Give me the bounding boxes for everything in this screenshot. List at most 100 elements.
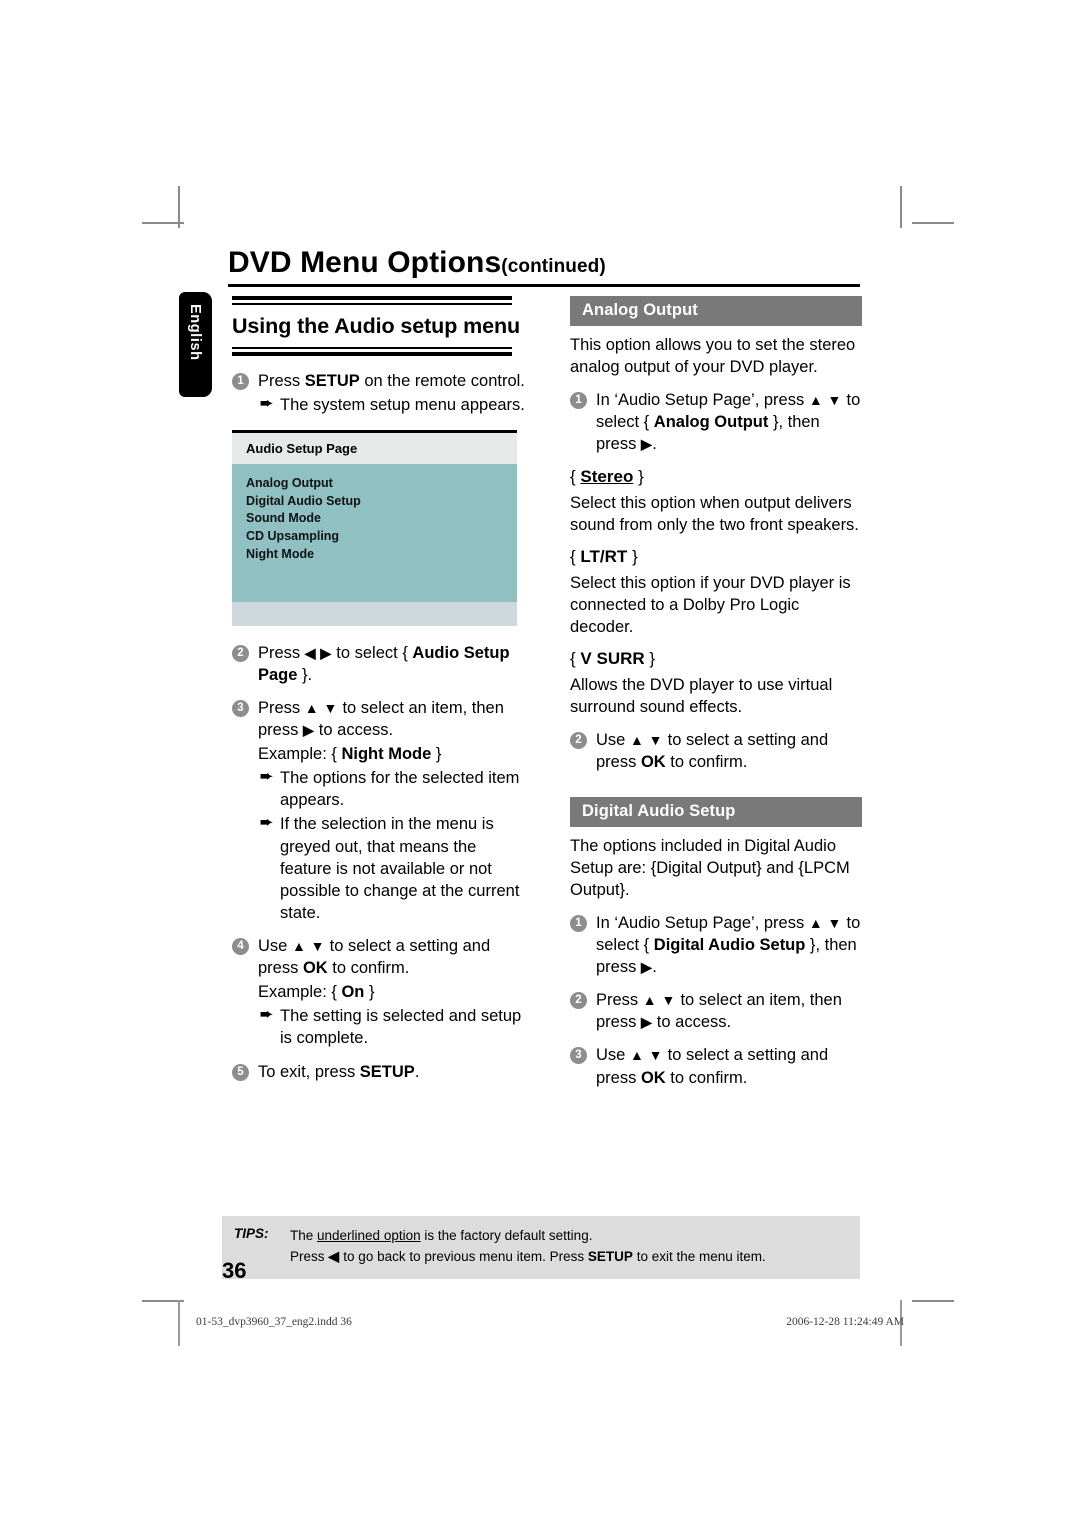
print-footer: 01-53_dvp3960_37_eng2.indd 36 2006-12-28… [196,1316,904,1328]
option-name-v-surr: V SURR [580,649,645,669]
left-arrow-icon: ◀ [328,1248,340,1265]
page-title-main: DVD Menu Options [228,246,502,279]
digital-audio-setup-step-3: 3 Use ▲ ▼ to select a setting and press … [570,1044,862,1088]
left-right-arrow-icon: ◀ ▶ [304,644,332,661]
step-4-text: Use ▲ ▼ to select a setting and press OK… [258,937,491,978]
analog-output-step-2: 2 Use ▲ ▼ to select a setting and press … [570,729,862,773]
osd-item-analog-output: Analog Output [246,475,333,490]
step-number-5: 5 [232,1063,249,1081]
left-column: Using the Audio setup menu 1 Press SETUP… [232,296,528,1094]
right-arrow-icon: ▶ [640,1014,653,1031]
tips-line-1: The underlined option is the factory def… [290,1228,593,1243]
print-footer-rule-left [178,1300,180,1346]
option-name-lt-rt: LT/RT [580,546,628,566]
ok-keyword: OK [640,1068,666,1087]
osd-footer-strip [232,601,517,626]
option-desc-v-surr: Allows the DVD player to use virtual sur… [570,676,833,717]
arrow-icon: ➨ [260,394,273,412]
step-3-result-2: ➨ If the selection in the menu is greyed … [258,813,528,924]
right-column: Analog Output This option allows you to … [570,296,862,1100]
up-down-arrow-icon: ▲ ▼ [291,938,326,954]
option-label-v-surr: { V SURR } [570,649,656,669]
osd-item-cd-upsampling: CD Upsampling [246,529,340,544]
step-5-text: To exit, press SETUP. [258,1062,420,1081]
analog-output-keyword: Analog Output [653,413,769,432]
tips-content: The underlined option is the factory def… [290,1226,766,1268]
osd-item-digital-audio-setup: Digital Audio Setup [246,493,361,508]
option-name-stereo: Stereo [580,466,634,486]
step-5: 5 To exit, press SETUP. [232,1061,528,1083]
osd-setup-menu-screenshot: Audio Setup Page Analog Output Digital A… [232,429,517,626]
up-down-arrow-icon: ▲ ▼ [629,1047,664,1064]
print-footer-filename: 01-53_dvp3960_37_eng2.indd 36 [196,1316,352,1328]
step-3-result-1-text: The options for the selected item appear… [280,769,520,810]
osd-item-night-mode: Night Mode [246,546,315,561]
page-title-continued: (continued) [501,256,606,277]
right-arrow-icon: ▶ [640,436,653,453]
step-number-2: 2 [570,732,587,750]
digital-audio-setup-step-1: 1 In ‘Audio Setup Page’, press ▲ ▼ to se… [570,912,862,978]
manual-page: DVD Menu Options(continued) English Usin… [0,0,1080,1527]
crop-mark-top-left-horizontal [142,222,184,224]
step-2: 2 Press ◀ ▶ to select { Audio Setup Page… [232,642,528,686]
example-night-mode: Night Mode [341,745,432,764]
section-heading-audio-setup: Using the Audio setup menu [232,314,521,338]
step-number-2: 2 [570,992,587,1010]
step-number-4: 4 [232,938,249,955]
step-1: 1 Press SETUP on the remote control. ➨ Th… [232,370,528,416]
osd-item-list: Analog Output Digital Audio Setup Sound … [232,463,517,602]
tips-line-2: Press ◀ to go back to previous menu item… [290,1248,766,1265]
crop-mark-top-right-horizontal [912,222,954,224]
osd-header: Audio Setup Page [232,432,517,464]
right-arrow-icon: ▶ [640,959,653,976]
step-4-example: Example: { On } [258,983,375,1002]
step-1-text: Press SETUP on the remote control. [258,371,525,390]
option-desc-stereo: Select this option when output delivers … [570,493,859,534]
arrow-icon: ➨ [260,814,273,832]
ok-keyword: OK [302,959,328,978]
option-desc-lt-rt: Select this option if your DVD player is… [570,573,851,636]
step-number-1: 1 [570,392,587,410]
up-down-arrow-icon: ▲ ▼ [304,699,338,716]
crop-mark-bottom-right-horizontal [912,1300,954,1302]
setup-keyword: SETUP [359,1062,415,1081]
right-arrow-icon: ▶ [302,722,315,739]
step-3-result-2-text: If the selection in the menu is greyed o… [280,815,520,922]
crop-mark-top-right-vertical [900,186,902,228]
step-number-3: 3 [570,1047,587,1065]
digital-audio-setup-keyword: Digital Audio Setup [653,935,806,954]
step-number-1: 1 [232,372,249,390]
step-3-example: Example: { Night Mode } [258,745,442,764]
tips-box: TIPS: The underlined option is the facto… [222,1216,860,1279]
arrow-icon: ➨ [260,1006,273,1024]
step-4-result: ➨ The setting is selected and setup is co… [258,1005,528,1049]
analog-output-intro: This option allows you to set the stereo… [570,336,856,377]
up-down-arrow-icon: ▲ ▼ [629,732,664,749]
arrow-icon: ➨ [260,768,273,786]
digital-audio-setup-step-2: 2 Press ▲ ▼ to select an item, then pres… [570,989,862,1033]
step-3-result-1: ➨ The options for the selected item appea… [258,767,528,811]
up-down-arrow-icon: ▲ ▼ [808,392,842,409]
digital-audio-setup-intro: The options included in Digital Audio Se… [570,836,850,899]
step-1-result: ➨ The system setup menu appears. [258,394,528,416]
step-4-result-text: The setting is selected and setup is com… [280,1007,522,1048]
step-number-2: 2 [232,644,249,662]
step-4: 4 Use ▲ ▼ to select a setting and press … [232,935,528,1050]
section-heading-rule-bottom [232,346,512,356]
analog-output-step-1: 1 In ‘Audio Setup Page’, press ▲ ▼ to se… [570,389,862,455]
step-2-text: Press ◀ ▶ to select { Audio Setup Page }… [258,643,510,684]
step-3-text: Press ▲ ▼ to select an item, then press … [258,698,504,740]
page-title-rule [228,283,860,287]
language-tab-label: English [187,304,203,361]
step-3: 3 Press ▲ ▼ to select an item, then pres… [232,697,528,924]
page-title: DVD Menu Options(continued) [228,247,860,287]
ok-keyword: OK [640,753,666,772]
section-bar-analog-output: Analog Output [570,296,862,326]
page-number: 36 [222,1258,247,1283]
section-heading-rule-top [232,296,512,305]
language-tab: English [179,292,212,397]
osd-item-sound-mode: Sound Mode [246,511,321,526]
step-number-1: 1 [570,914,587,932]
setup-keyword: SETUP [587,1249,633,1265]
option-label-stereo: { Stereo } [570,466,644,486]
